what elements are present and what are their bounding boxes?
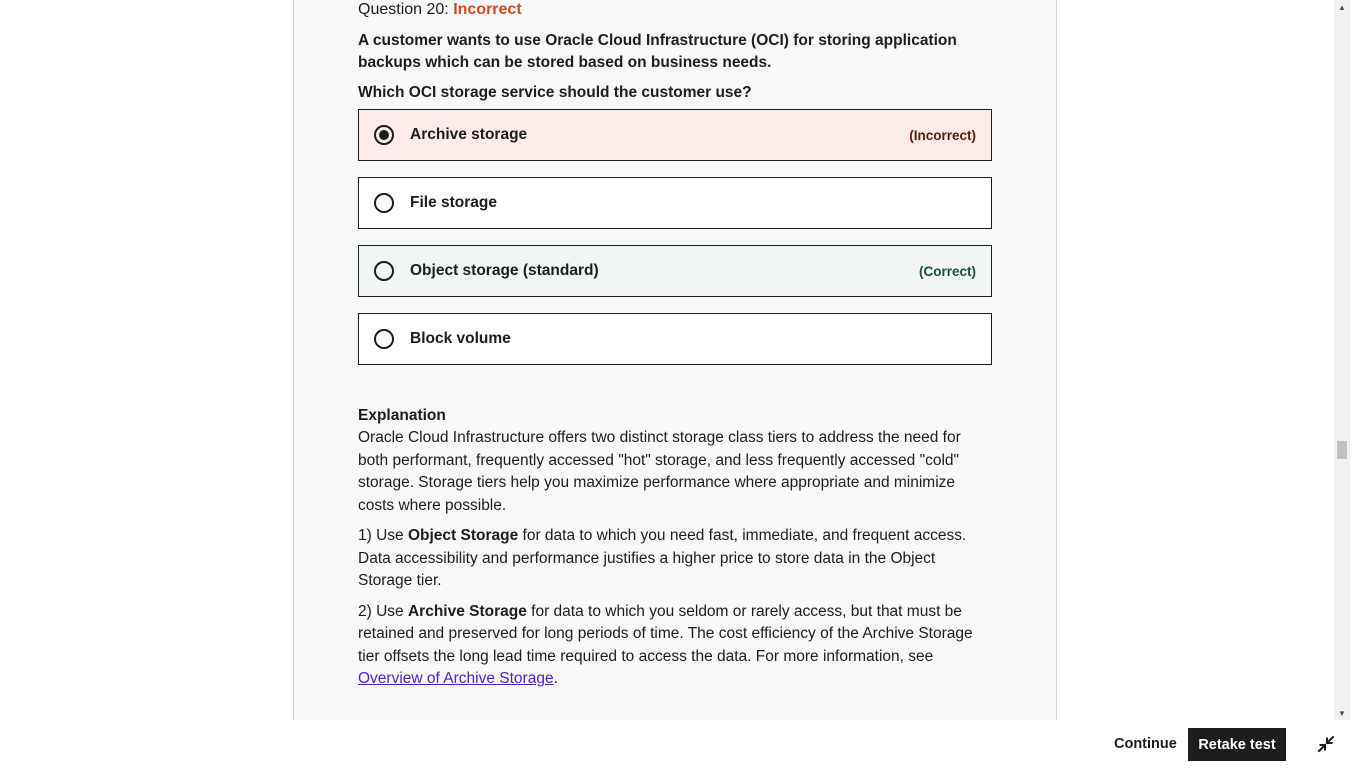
radio-icon[interactable] xyxy=(374,261,394,281)
explanation-section: Explanation Oracle Cloud Infrastructure … xyxy=(358,405,992,691)
radio-icon[interactable] xyxy=(374,329,394,349)
archive-storage-link[interactable]: Overview of Archive Storage xyxy=(358,670,554,687)
continue-button[interactable]: Continue xyxy=(1102,728,1189,760)
option-file-storage[interactable]: File storage xyxy=(358,177,992,229)
object-storage-term: Object Storage xyxy=(407,527,519,544)
question-prompt: Which OCI storage service should the cus… xyxy=(358,84,752,101)
explanation-title: Explanation xyxy=(358,407,446,424)
option-archive-storage[interactable]: Archive storage (Incorrect) xyxy=(358,109,992,161)
scroll-viewport: Question 20: Incorrect A customer wants … xyxy=(0,0,1350,720)
question-content: Question 20: Incorrect A customer wants … xyxy=(358,0,992,699)
question-status: Incorrect xyxy=(453,1,522,18)
retake-test-button[interactable]: Retake test xyxy=(1188,728,1286,761)
radio-icon[interactable] xyxy=(374,193,394,213)
archive-storage-term: Archive Storage xyxy=(407,602,527,620)
vertical-scrollbar[interactable]: ▲ ▼ xyxy=(1334,0,1350,720)
option-label: File storage xyxy=(410,194,497,211)
option-label: Block volume xyxy=(410,330,511,347)
scroll-up-arrow-icon[interactable]: ▲ xyxy=(1334,0,1350,14)
correct-tag: (Correct) xyxy=(918,263,976,279)
option-block-volume[interactable]: Block volume xyxy=(358,313,992,365)
question-review-panel: Question 20: Incorrect A customer wants … xyxy=(293,0,1057,720)
question-number: Question 20: xyxy=(358,1,449,18)
incorrect-tag: (Incorrect) xyxy=(909,127,976,143)
explanation-point-1: 1) Use Object Storage for data to which … xyxy=(358,527,967,589)
radio-selected-icon[interactable] xyxy=(374,125,394,145)
scroll-down-arrow-icon[interactable]: ▼ xyxy=(1334,706,1350,720)
collapse-icon[interactable] xyxy=(1314,732,1338,756)
option-label: Archive storage xyxy=(410,126,528,143)
explanation-point-2: 2) Use Archive Storage for data to which… xyxy=(358,602,973,688)
option-object-storage[interactable]: Object storage (standard) (Correct) xyxy=(358,245,992,297)
answer-options: Archive storage (Incorrect) File storage… xyxy=(358,109,992,365)
option-label: Object storage (standard) xyxy=(410,262,599,279)
explanation-intro: Oracle Cloud Infrastructure offers two d… xyxy=(358,429,961,514)
question-header: Question 20: Incorrect xyxy=(358,0,992,22)
scrollbar-thumb[interactable] xyxy=(1337,441,1347,459)
footer-bar: Continue Retake test xyxy=(0,720,1366,768)
question-text: A customer wants to use Oracle Cloud Inf… xyxy=(358,32,957,71)
